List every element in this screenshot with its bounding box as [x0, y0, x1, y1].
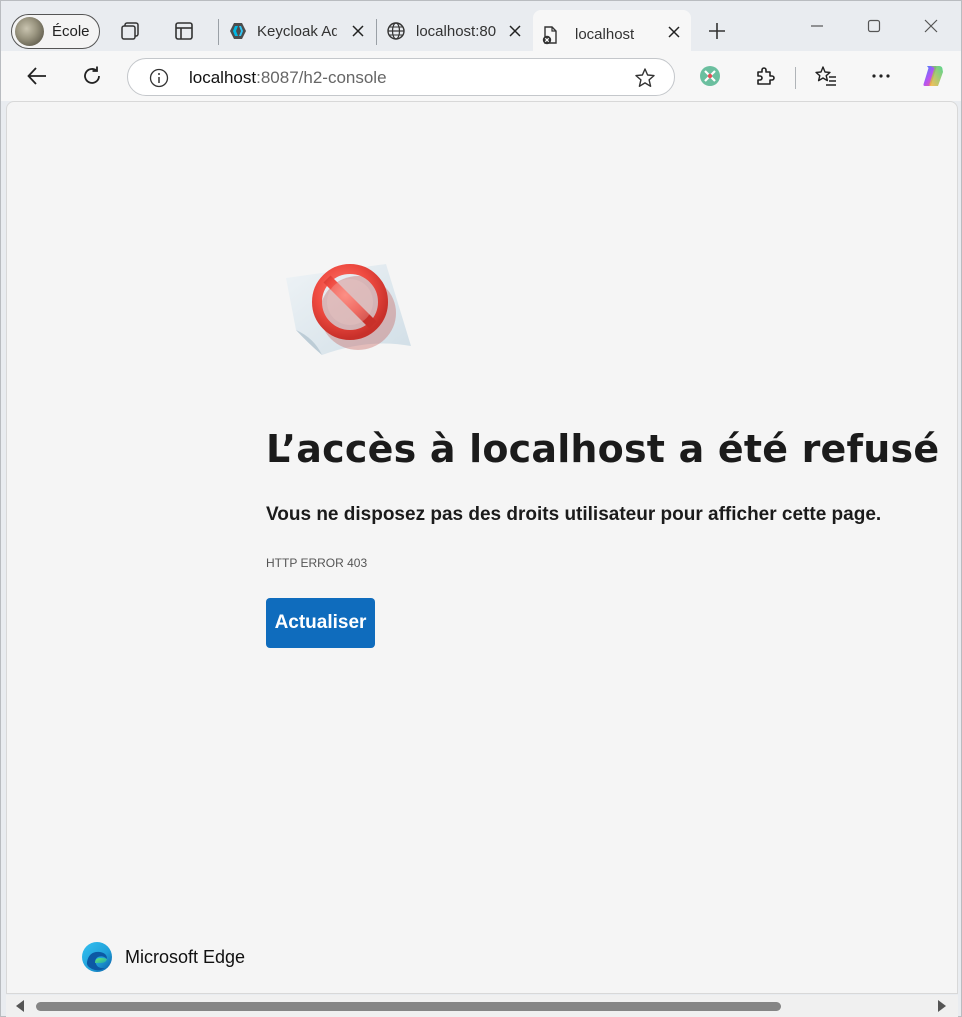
reload-button[interactable]: Actualiser [266, 598, 375, 648]
page-subtitle: Vous ne disposez pas des droits utilisat… [266, 504, 882, 525]
close-icon [352, 25, 364, 37]
scroll-left-icon[interactable] [16, 1000, 24, 1012]
page-content [6, 101, 958, 994]
close-icon [924, 19, 938, 33]
url-path: :8087/h2-console [256, 68, 387, 87]
new-tab-button[interactable] [699, 13, 735, 49]
globe-icon [387, 22, 405, 40]
tab-close-button[interactable] [349, 22, 367, 40]
maximize-button[interactable] [854, 11, 894, 41]
edge-logo-icon [82, 942, 112, 972]
error-code: HTTP ERROR 403 [266, 556, 368, 570]
tab-close-button[interactable] [665, 23, 683, 41]
copilot-icon [923, 66, 943, 86]
back-button[interactable] [19, 58, 55, 94]
avatar [15, 17, 44, 46]
plus-icon [709, 23, 725, 39]
workspaces-button[interactable] [113, 13, 149, 49]
brand: Microsoft Edge [81, 941, 245, 973]
address-bar[interactable]: localhost:8087/h2-console [127, 58, 675, 96]
horizontal-scrollbar[interactable] [6, 995, 958, 1017]
close-icon [509, 25, 521, 37]
keycloak-icon [230, 23, 246, 39]
tab-actions-button[interactable] [166, 13, 202, 49]
toolbar-separator [795, 67, 796, 89]
profile-button[interactable]: École [11, 14, 100, 49]
close-icon [668, 26, 680, 38]
vertical-tabs-icon [175, 22, 193, 40]
error-page-icon [542, 25, 557, 44]
tools-extension-icon [700, 66, 720, 86]
refresh-button[interactable] [74, 58, 110, 94]
tab-label: localhost [575, 26, 635, 43]
extensions-button[interactable] [747, 58, 783, 94]
star-icon[interactable] [634, 67, 656, 89]
workspaces-icon [121, 22, 139, 40]
tab-label: localhost:80 [416, 22, 497, 40]
favorites-list-icon [815, 66, 836, 86]
tab-label: Keycloak Ad [257, 22, 337, 40]
tab-close-button[interactable] [506, 22, 524, 40]
tab-separator [376, 19, 377, 45]
minimize-button[interactable] [797, 11, 837, 41]
tab-keycloak[interactable]: Keycloak Ad [221, 13, 375, 49]
profile-label: École [52, 23, 90, 40]
url-host: localhost [189, 68, 257, 87]
settings-menu-button[interactable] [863, 58, 899, 94]
navigation-toolbar: localhost:8087/h2-console [1, 51, 961, 101]
tab-separator [218, 19, 219, 45]
scroll-right-icon[interactable] [938, 1000, 946, 1012]
info-icon[interactable] [149, 68, 169, 88]
scrollbar-thumb[interactable] [36, 1002, 781, 1011]
maximize-icon [867, 19, 881, 33]
refresh-icon [84, 66, 100, 84]
tab-localhost-8087[interactable]: localhost:80 [378, 13, 532, 49]
brand-name: Microsoft Edge [125, 946, 246, 967]
arrow-left-icon [27, 67, 46, 85]
puzzle-icon [757, 67, 775, 85]
more-icon [872, 74, 890, 78]
page-title: L’accès à localhost a été refusé [266, 427, 940, 471]
forbidden-icon [286, 264, 411, 355]
copilot-button[interactable] [915, 58, 951, 94]
minimize-icon [811, 25, 823, 27]
favorites-button[interactable] [808, 58, 844, 94]
extension-button[interactable] [692, 58, 728, 94]
browser-window: École Keycloak Ad localhost:80 localhost… [0, 0, 962, 1017]
url-text[interactable]: localhost:8087/h2-console [189, 68, 387, 88]
close-window-button[interactable] [911, 11, 951, 41]
